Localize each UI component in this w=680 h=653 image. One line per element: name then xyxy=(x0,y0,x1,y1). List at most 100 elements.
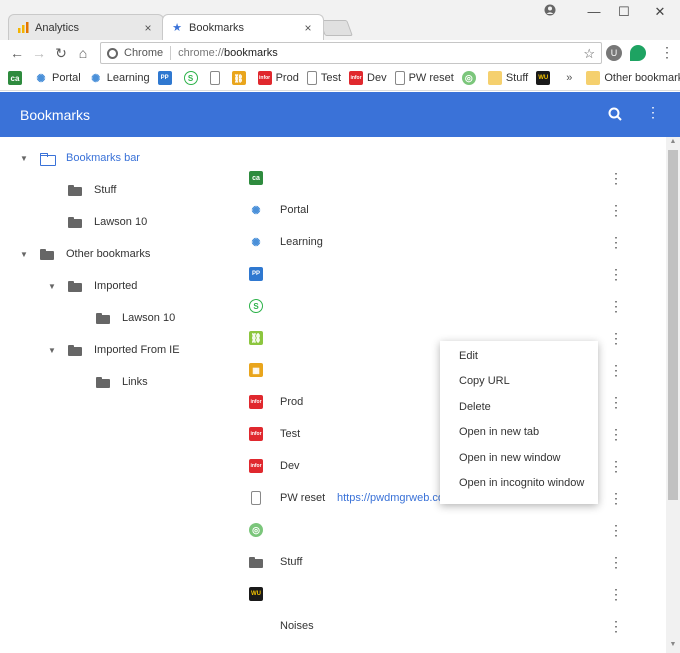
scroll-up-icon[interactable]: ▲ xyxy=(666,138,680,148)
list-item[interactable]: PP ⋮ xyxy=(230,258,666,290)
menu-item-copy-url[interactable]: Copy URL xyxy=(440,369,598,395)
reload-icon[interactable]: ↻ xyxy=(50,45,72,62)
close-icon[interactable]: × xyxy=(141,21,155,35)
browser-menu-icon[interactable]: ⋮ xyxy=(660,44,674,61)
link-icon: ⛓ xyxy=(249,331,263,345)
folder-icon xyxy=(68,216,82,228)
row-menu-icon[interactable]: ⋮ xyxy=(609,587,623,601)
tree-item-imported-lawson-10[interactable]: Lawson 10 xyxy=(74,306,175,330)
menu-item-open-new-tab[interactable]: Open in new tab xyxy=(440,420,598,446)
tree-item-imported-from-ie[interactable]: ▼ Imported From IE xyxy=(46,338,180,362)
row-menu-icon[interactable]: ⋮ xyxy=(609,299,623,313)
window-close-button[interactable]: ✕ xyxy=(648,4,672,20)
app-menu-icon[interactable]: ⋮ xyxy=(646,104,660,121)
tab-bookmarks[interactable]: ★ Bookmarks × xyxy=(162,14,324,40)
maximize-button[interactable]: ☐ xyxy=(612,4,636,20)
bookmark-learning[interactable]: ✺ Learning xyxy=(89,71,149,85)
wave-icon: ✺ xyxy=(36,72,46,85)
tree-item-other-bookmarks[interactable]: ▼ Other bookmarks xyxy=(18,242,150,266)
list-item[interactable]: WU ⋮ xyxy=(230,578,666,610)
row-menu-icon[interactable]: ⋮ xyxy=(609,171,623,185)
tree-item-links[interactable]: Links xyxy=(74,370,148,394)
extension-u-icon[interactable]: U xyxy=(606,45,622,61)
expand-arrow-icon[interactable]: ▼ xyxy=(18,154,30,163)
list-item[interactable]: ◎ ⋮ xyxy=(230,514,666,546)
row-menu-icon[interactable]: ⋮ xyxy=(609,363,623,377)
scroll-down-icon[interactable]: ▼ xyxy=(666,641,680,651)
bookmark-globe[interactable]: ◎ xyxy=(461,71,480,85)
wu-icon: WU xyxy=(249,587,263,601)
new-tab-button[interactable] xyxy=(319,20,353,36)
minimize-button[interactable]: — xyxy=(582,4,606,19)
expand-arrow-icon[interactable]: ▼ xyxy=(18,250,30,259)
bookmark-dev[interactable]: infor Dev xyxy=(349,71,387,85)
row-menu-icon[interactable]: ⋮ xyxy=(609,267,623,281)
list-item[interactable]: ca ⋮ xyxy=(230,162,666,194)
list-item[interactable]: ✺ Portal ⋮ xyxy=(230,194,666,226)
home-icon[interactable]: ⌂ xyxy=(72,45,94,61)
row-menu-icon[interactable]: ⋮ xyxy=(609,235,623,249)
bookmark-url: https://pwdmgrweb.co xyxy=(337,492,444,504)
context-menu: Edit Copy URL Delete Open in new tab Ope… xyxy=(440,341,598,504)
orange-app-icon: ▦ xyxy=(249,363,263,377)
row-menu-icon[interactable]: ⋮ xyxy=(609,427,623,441)
page-icon xyxy=(251,491,261,505)
row-menu-icon[interactable]: ⋮ xyxy=(609,555,623,569)
menu-item-delete[interactable]: Delete xyxy=(440,394,598,420)
chrome-icon xyxy=(107,47,118,59)
row-menu-icon[interactable]: ⋮ xyxy=(609,491,623,505)
bookmark-wu[interactable]: WU xyxy=(536,71,554,85)
expand-arrow-icon[interactable]: ▼ xyxy=(46,346,58,355)
profile-icon[interactable] xyxy=(538,4,562,19)
bookmark-portal[interactable]: ✺ Portal xyxy=(34,71,80,85)
bookmark-ca[interactable]: ca xyxy=(8,71,26,85)
bookmark-pp[interactable]: PP xyxy=(157,71,176,85)
page-icon xyxy=(394,71,405,85)
forward-icon[interactable]: → xyxy=(28,45,50,61)
address-bar[interactable]: Chrome chrome://bookmarks ☆ xyxy=(100,42,602,64)
list-item[interactable]: Noises ⋮ xyxy=(230,610,666,642)
tab-analytics[interactable]: Analytics × xyxy=(8,14,164,40)
infor-icon: infor xyxy=(257,71,272,85)
search-icon[interactable] xyxy=(606,105,626,125)
bookmark-link[interactable]: ⛓ xyxy=(231,71,250,85)
row-menu-icon[interactable]: ⋮ xyxy=(609,619,623,633)
bookmark-test[interactable]: Test xyxy=(306,71,341,85)
tree-item-lawson-10[interactable]: Lawson 10 xyxy=(46,210,147,234)
wave-icon: ✺ xyxy=(91,72,101,85)
address-url: chrome://bookmarks xyxy=(178,47,278,59)
menu-item-open-incognito[interactable]: Open in incognito window xyxy=(440,471,598,497)
row-menu-icon[interactable]: ⋮ xyxy=(609,395,623,409)
row-menu-icon[interactable]: ⋮ xyxy=(609,523,623,537)
menu-item-open-new-window[interactable]: Open in new window xyxy=(440,445,598,471)
folder-icon xyxy=(96,312,110,324)
row-menu-icon[interactable]: ⋮ xyxy=(609,203,623,217)
back-icon[interactable]: ← xyxy=(6,45,28,61)
bookmarks-overflow-icon[interactable]: » xyxy=(566,72,572,84)
extension-green-icon[interactable] xyxy=(630,45,646,61)
scrollbar-thumb[interactable] xyxy=(668,150,678,500)
expand-arrow-icon[interactable]: ▼ xyxy=(46,282,58,291)
bookmark-s[interactable]: S xyxy=(183,71,202,85)
bookmark-pw-reset[interactable]: PW reset xyxy=(394,71,454,85)
bookmark-page[interactable] xyxy=(209,71,224,85)
close-icon[interactable]: × xyxy=(301,21,315,35)
menu-item-edit[interactable]: Edit xyxy=(440,343,598,369)
tree-item-stuff[interactable]: Stuff xyxy=(46,178,116,202)
row-menu-icon[interactable]: ⋮ xyxy=(609,459,623,473)
ca-icon: ca xyxy=(249,171,263,185)
infor-icon: infor xyxy=(249,395,263,409)
list-item[interactable]: Stuff ⋮ xyxy=(230,546,666,578)
bookmark-stuff[interactable]: Stuff xyxy=(487,71,528,85)
folder-icon xyxy=(249,557,263,568)
list-item[interactable]: S ⋮ xyxy=(230,290,666,322)
bookmark-prod[interactable]: infor Prod xyxy=(257,71,299,85)
tree-item-imported[interactable]: ▼ Imported xyxy=(46,274,137,298)
tree-item-bookmarks-bar[interactable]: ▼ Bookmarks bar xyxy=(18,146,140,170)
list-item[interactable]: ✺ Learning ⋮ xyxy=(230,226,666,258)
row-menu-icon[interactable]: ⋮ xyxy=(609,331,623,345)
bookmark-other-bookmarks[interactable]: Other bookmarks xyxy=(586,71,680,85)
bookmark-star-icon[interactable]: ☆ xyxy=(583,46,595,62)
link-icon: ⛓ xyxy=(231,71,246,85)
pp-icon: PP xyxy=(157,71,172,85)
